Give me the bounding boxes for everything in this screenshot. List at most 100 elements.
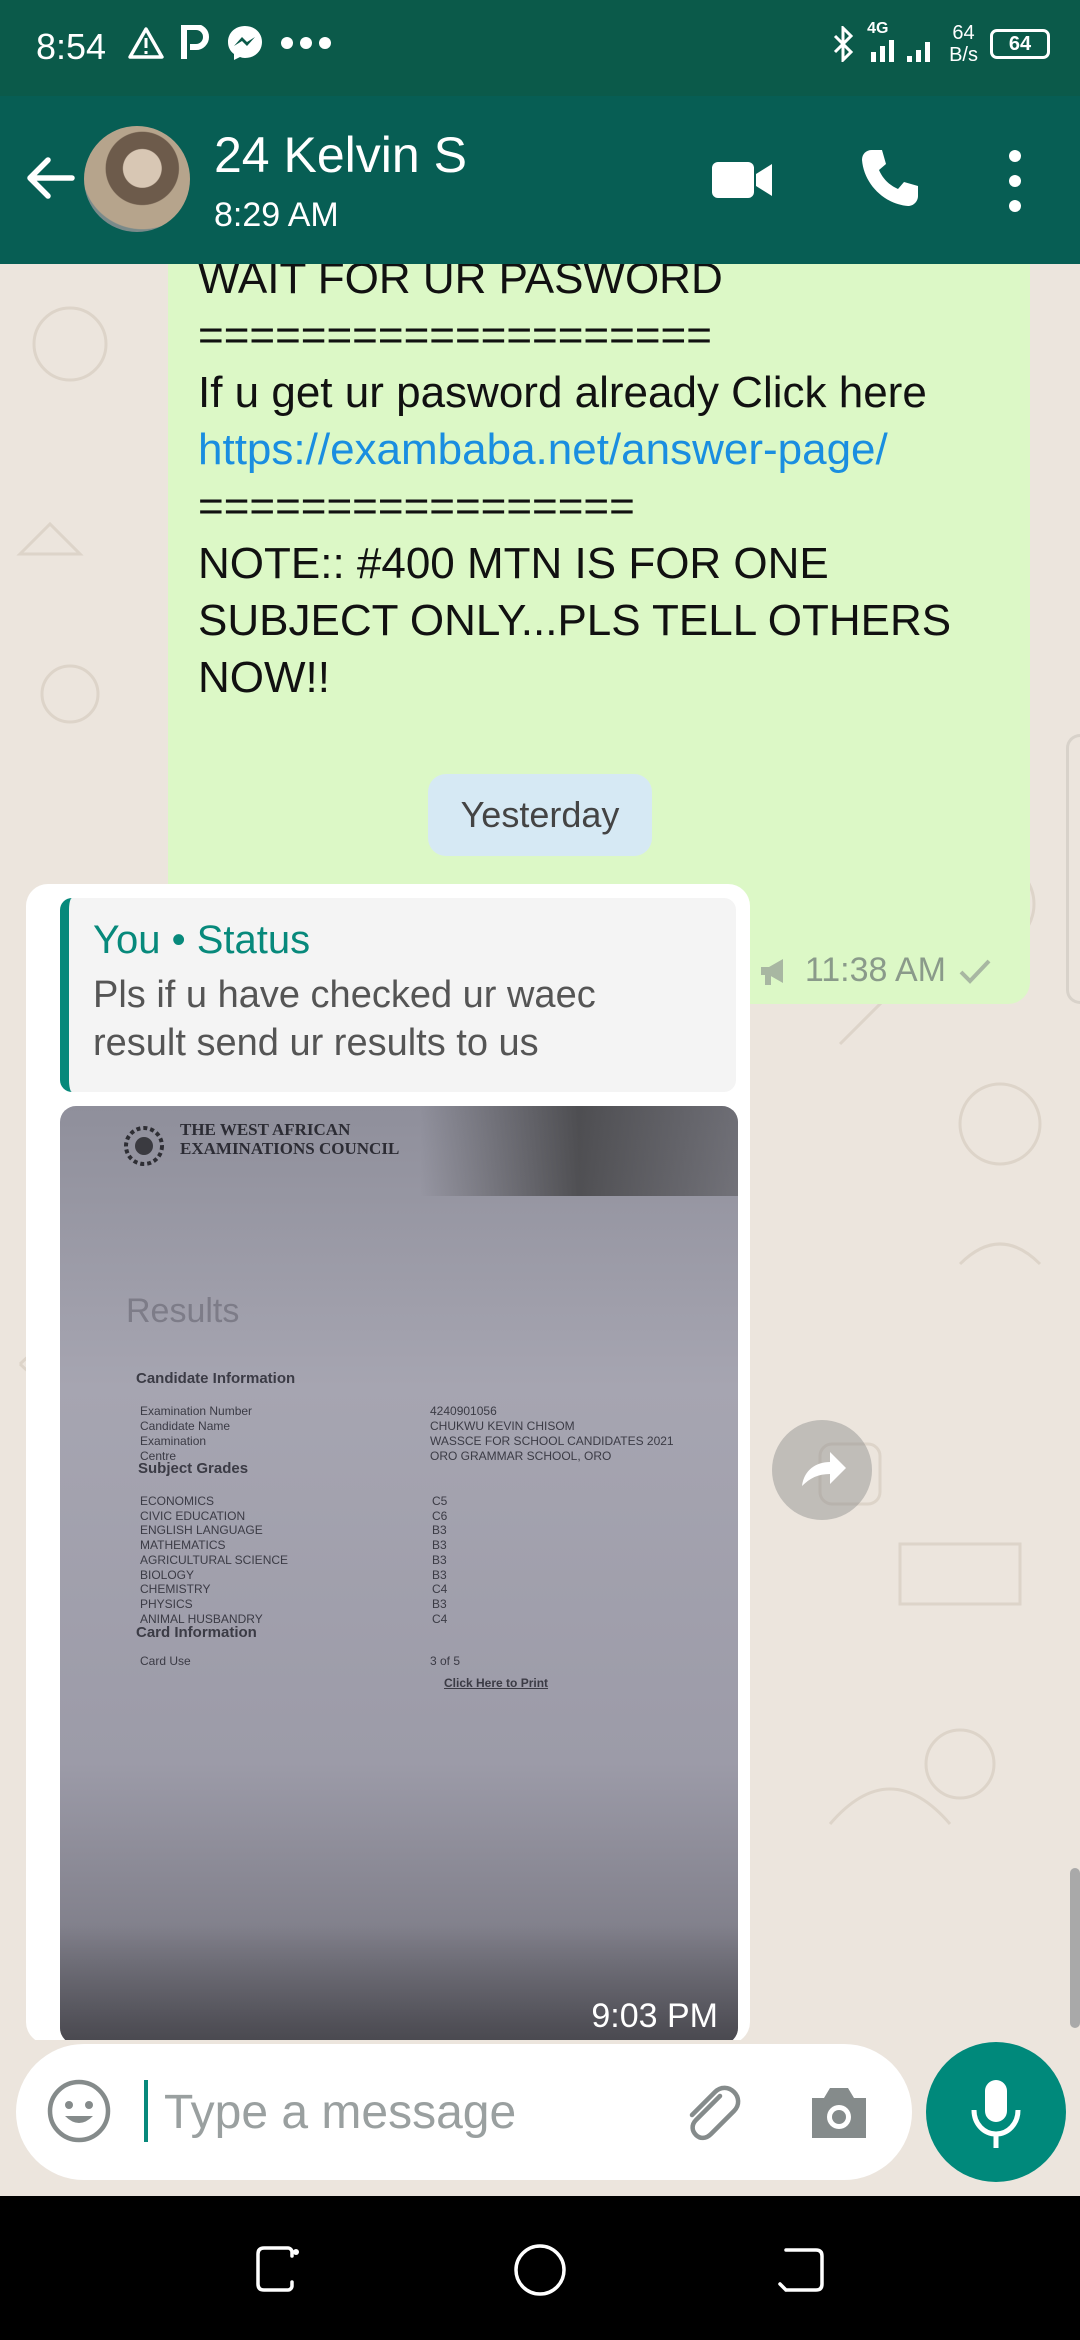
grade-value: C4 bbox=[432, 1582, 448, 1597]
microphone-icon bbox=[971, 2080, 1021, 2148]
grade-value: B3 bbox=[432, 1538, 447, 1553]
paperclip-icon[interactable] bbox=[676, 2080, 744, 2148]
forward-button[interactable] bbox=[772, 1420, 872, 1520]
card-use-label: Card Use bbox=[140, 1654, 191, 1668]
candidate-value: ORO GRAMMAR SCHOOL, ORO bbox=[430, 1449, 612, 1463]
grade-row: ENGLISH LANGUAGE B3 bbox=[140, 1523, 720, 1538]
net-speed-value: 64 bbox=[952, 22, 975, 44]
photo-shadow bbox=[420, 1106, 738, 1196]
chat-area[interactable]: WAIT FOR UR PASWORD ====================… bbox=[0, 264, 1080, 2040]
warning-icon bbox=[128, 27, 164, 59]
recents-icon[interactable] bbox=[250, 2242, 306, 2298]
message-line: ================= bbox=[198, 482, 635, 531]
home-icon[interactable] bbox=[512, 2242, 568, 2298]
card-row: Card Use 3 of 5 bbox=[140, 1654, 720, 1668]
signal-4g-icon: 4G bbox=[867, 20, 937, 64]
grades-table: ECONOMICS C5 CIVIC EDUCATION C6 ENGLISH LA… bbox=[140, 1494, 720, 1626]
grade-row: AGRICULTURAL SCIENCE B3 bbox=[140, 1553, 720, 1568]
grades-section-title: Subject Grades bbox=[138, 1460, 249, 1477]
camera-icon[interactable] bbox=[806, 2082, 872, 2144]
battery-icon: 64 bbox=[990, 29, 1050, 59]
card-section-title: Card Information bbox=[136, 1624, 257, 1641]
system-icons: 4G 64 B/s 64 bbox=[831, 20, 1050, 66]
result-photo[interactable]: THE WEST AFRICAN EXAMINATIONS COUNCIL Re… bbox=[60, 1106, 738, 2040]
photo-time: 9:03 PM bbox=[591, 1997, 718, 2035]
message-line: NOTE:: #400 MTN IS FOR ONE bbox=[198, 539, 829, 588]
broadcast-icon bbox=[760, 958, 783, 985]
grade-value: B3 bbox=[432, 1596, 447, 1611]
incoming-message[interactable]: You • Status Pls if u have checked ur wa… bbox=[26, 884, 750, 2040]
grade-row: CHEMISTRY C4 bbox=[140, 1582, 720, 1597]
status-bar: 8:54 4G 64 B/s 64 bbox=[0, 0, 1080, 96]
status-time: 8:54 bbox=[36, 26, 107, 67]
candidate-label: Candidate Name bbox=[140, 1419, 231, 1433]
forward-icon bbox=[802, 1452, 846, 1486]
grade-value: C4 bbox=[432, 1611, 448, 1626]
grade-subject: CHEMISTRY bbox=[140, 1582, 211, 1597]
quote-line: result send ur results to us bbox=[93, 1022, 539, 1064]
candidate-value: WASSCE FOR SCHOOL CANDIDATES 2021 bbox=[430, 1434, 674, 1448]
status-reply-quote[interactable]: You • Status Pls if u have checked ur wa… bbox=[60, 898, 736, 1092]
quote-text: Pls if u have checked ur waec result sen… bbox=[93, 971, 712, 1067]
video-call-icon[interactable] bbox=[708, 150, 776, 210]
message-body: WAIT FOR UR PASWORD ====================… bbox=[198, 264, 951, 706]
notification-icons bbox=[128, 24, 332, 62]
grade-row: CIVIC EDUCATION C6 bbox=[140, 1509, 720, 1524]
candidate-row: Examination Number 4240901056 bbox=[140, 1404, 720, 1419]
contact-name[interactable]: 24 Kelvin S bbox=[214, 126, 467, 184]
message-line: ==================== bbox=[198, 311, 712, 360]
candidate-value: CHUKWU KEVIN CHISOM bbox=[430, 1419, 575, 1433]
back-arrow-icon[interactable] bbox=[20, 148, 80, 208]
message-input[interactable] bbox=[144, 2072, 544, 2152]
back-icon[interactable] bbox=[774, 2242, 830, 2298]
scrollbar[interactable] bbox=[1070, 1868, 1080, 2028]
grade-value: C6 bbox=[432, 1508, 448, 1523]
parking-icon bbox=[181, 25, 209, 59]
grade-row: BIOLOGY B3 bbox=[140, 1568, 720, 1583]
council-name: THE WEST AFRICAN EXAMINATIONS COUNCIL bbox=[180, 1120, 399, 1158]
grade-row: ECONOMICS C5 bbox=[140, 1494, 720, 1509]
more-vert-icon[interactable] bbox=[1000, 146, 1030, 216]
grade-value: B3 bbox=[432, 1523, 447, 1538]
council-line: EXAMINATIONS COUNCIL bbox=[180, 1139, 400, 1158]
avatar[interactable] bbox=[84, 126, 190, 232]
results-heading: Results bbox=[126, 1292, 240, 1330]
grade-subject: ENGLISH LANGUAGE bbox=[140, 1523, 263, 1538]
chat-header: 24 Kelvin S 8:29 AM bbox=[0, 96, 1080, 264]
net-speed-unit: B/s bbox=[949, 44, 978, 66]
grade-value: B3 bbox=[432, 1552, 447, 1567]
candidate-table: Examination Number 4240901056 Candidate N… bbox=[140, 1404, 720, 1464]
candidate-label: Examination Number bbox=[140, 1404, 253, 1418]
battery-level: 64 bbox=[1008, 33, 1032, 55]
grade-value: C5 bbox=[432, 1494, 448, 1508]
message-line: NOW!! bbox=[198, 653, 330, 702]
grade-subject: CIVIC EDUCATION bbox=[140, 1508, 246, 1523]
last-seen[interactable]: 8:29 AM bbox=[214, 196, 339, 235]
date-separator: Yesterday bbox=[428, 774, 652, 856]
message-line: WAIT FOR UR PASWORD bbox=[198, 264, 723, 303]
grade-value: B3 bbox=[432, 1567, 447, 1582]
message-line: SUBJECT ONLY...PLS TELL OTHERS bbox=[198, 596, 952, 645]
system-nav-bar bbox=[0, 2196, 1080, 2340]
bluetooth-icon bbox=[834, 26, 854, 62]
message-composer bbox=[16, 2044, 912, 2180]
waec-seal-icon bbox=[124, 1126, 164, 1166]
message-meta: 11:38 AM bbox=[757, 951, 992, 990]
message-line: If u get ur pasword already Click here bbox=[198, 368, 927, 417]
message-link[interactable]: https://exambaba.net/answer-page/ bbox=[198, 421, 951, 478]
grade-subject: AGRICULTURAL SCIENCE bbox=[140, 1552, 289, 1567]
grade-subject: MATHEMATICS bbox=[140, 1538, 226, 1553]
emoji-icon[interactable] bbox=[46, 2078, 112, 2144]
grade-row: PHYSICS B3 bbox=[140, 1597, 720, 1612]
quote-line: Pls if u have checked ur waec bbox=[93, 974, 596, 1016]
voice-record-button[interactable] bbox=[926, 2042, 1066, 2182]
quote-author: You • Status bbox=[93, 918, 311, 962]
council-line: THE WEST AFRICAN bbox=[180, 1120, 351, 1139]
candidate-section-title: Candidate Information bbox=[136, 1370, 296, 1387]
grade-subject: ECONOMICS bbox=[140, 1494, 215, 1508]
edge-panel-handle[interactable] bbox=[1066, 734, 1080, 1004]
more-dots-icon bbox=[281, 37, 331, 49]
candidate-row: Examination WASSCE FOR SCHOOL CANDIDATES … bbox=[140, 1434, 720, 1449]
voice-call-icon[interactable] bbox=[858, 146, 922, 210]
grade-subject: BIOLOGY bbox=[140, 1567, 195, 1582]
